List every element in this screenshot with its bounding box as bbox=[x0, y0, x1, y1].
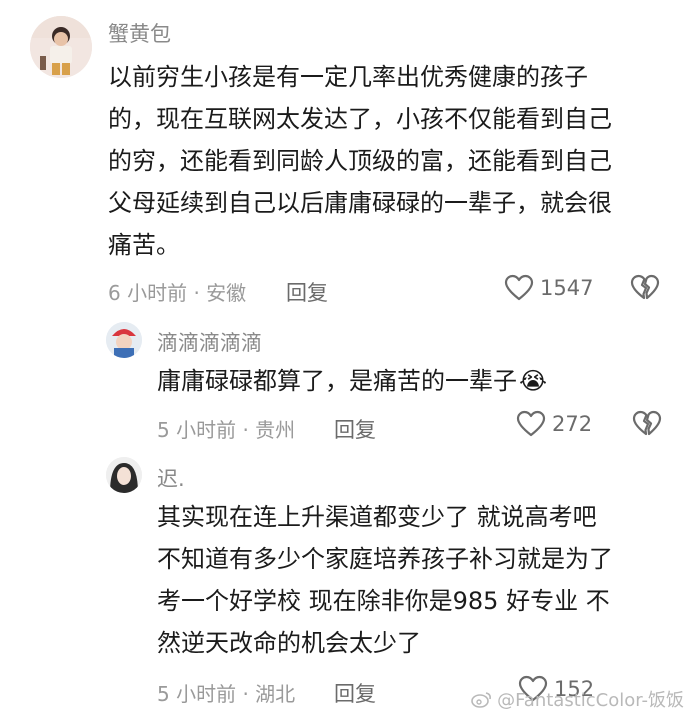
text-line: 痛苦。 bbox=[108, 231, 180, 259]
reply-button[interactable]: 回复 bbox=[334, 678, 376, 708]
watermark-text: @FantasticColor-饭饭 bbox=[497, 690, 684, 711]
username[interactable]: 迟. bbox=[157, 463, 185, 493]
time-location: 5 小时前 · 贵州 bbox=[157, 418, 296, 442]
text-line: 不知道有多少个家庭培养孩子补习就是为了 bbox=[157, 545, 613, 573]
dislike-button[interactable] bbox=[632, 410, 662, 442]
username[interactable]: 滴滴滴滴滴 bbox=[157, 327, 262, 357]
text-line: 的，现在互联网太发达了，小孩不仅能看到自己 bbox=[108, 105, 612, 133]
comment-text: 以前穷生小孩是有一定几率出优秀健康的孩子 的，现在互联网太发达了，小孩不仅能看到… bbox=[108, 56, 612, 266]
heart-outline-icon bbox=[504, 274, 534, 301]
crying-emoji: 😭 bbox=[519, 367, 548, 395]
broken-heart-icon bbox=[630, 274, 660, 300]
username[interactable]: 蟹黄包 bbox=[108, 18, 171, 48]
like-button[interactable]: 272 bbox=[516, 410, 592, 438]
comment-2: 滴滴滴滴滴 庸庸碌碌都算了，是痛苦的一辈子 😭 5 小时前 · 贵州 回复 27… bbox=[0, 320, 690, 450]
comment-text: 其实现在连上升渠道都变少了 就说高考吧 不知道有多少个家庭培养孩子补习就是为了 … bbox=[157, 496, 613, 664]
text-line: 然逆天改命的机会太少了 bbox=[157, 629, 421, 657]
text-line: 考一个好学校 现在除非你是985 好专业 不 bbox=[157, 587, 610, 615]
like-count: 1547 bbox=[540, 276, 594, 300]
reply-button[interactable]: 回复 bbox=[286, 277, 328, 307]
text-line: 庸庸碌碌都算了，是痛苦的一辈子 bbox=[157, 367, 517, 395]
weibo-logo-icon bbox=[471, 692, 492, 708]
watermark: @FantasticColor-饭饭 bbox=[471, 686, 684, 712]
reply-button[interactable]: 回复 bbox=[334, 414, 376, 444]
text-line: 父母延续到自己以后庸庸碌碌的一辈子，就会很 bbox=[108, 189, 612, 217]
comment-text: 庸庸碌碌都算了，是痛苦的一辈子 😭 bbox=[157, 360, 547, 402]
text-line: 的穷，还能看到同龄人顶级的富，还能看到自己 bbox=[108, 147, 612, 175]
like-button[interactable]: 1547 bbox=[504, 274, 593, 302]
comment-3: 迟. 其实现在连上升渠道都变少了 就说高考吧 不知道有多少个家庭培养孩子补习就是… bbox=[0, 455, 690, 722]
heart-outline-icon bbox=[516, 410, 546, 437]
avatar[interactable] bbox=[106, 322, 142, 358]
dislike-button[interactable] bbox=[630, 274, 660, 306]
time-location: 6 小时前 · 安徽 bbox=[108, 281, 247, 305]
comment-1: 蟹黄包 以前穷生小孩是有一定几率出优秀健康的孩子 的，现在互联网太发达了，小孩不… bbox=[0, 0, 690, 320]
text-line: 其实现在连上升渠道都变少了 就说高考吧 bbox=[157, 503, 597, 531]
like-count: 272 bbox=[552, 412, 593, 436]
avatar[interactable] bbox=[30, 16, 92, 78]
broken-heart-icon bbox=[632, 410, 662, 436]
time-location: 5 小时前 · 湖北 bbox=[157, 682, 296, 706]
avatar[interactable] bbox=[106, 457, 142, 493]
text-line: 以前穷生小孩是有一定几率出优秀健康的孩子 bbox=[108, 63, 588, 91]
